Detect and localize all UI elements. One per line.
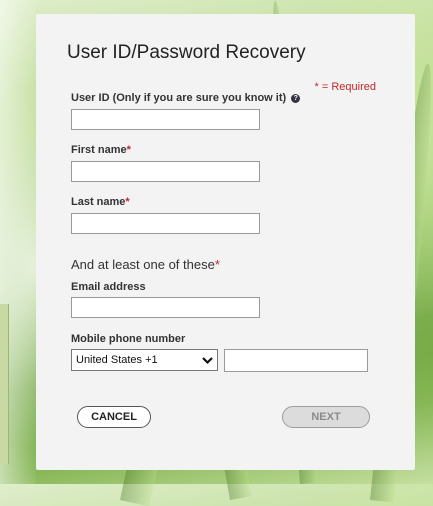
required-star: * <box>214 257 220 272</box>
at-least-one-heading-text: And at least one of these <box>71 257 215 272</box>
help-icon[interactable]: ? <box>291 94 301 103</box>
required-star: * <box>126 144 131 156</box>
required-star: * <box>125 196 130 208</box>
mobile-phone-label: Mobile phone number <box>71 333 186 345</box>
country-code-value: United States +1 <box>76 354 158 366</box>
first-name-label: First name* <box>71 144 131 156</box>
country-code-select[interactable]: United States +1 <box>71 349 218 371</box>
next-button[interactable]: NEXT <box>282 406 370 428</box>
user-id-label-text: User ID (Only if you are sure you know i… <box>71 92 287 104</box>
recovery-form-panel: User ID/Password Recovery * = Required U… <box>36 14 415 470</box>
user-id-label: User ID (Only if you are sure you know i… <box>71 92 301 104</box>
user-id-input[interactable] <box>71 109 260 130</box>
last-name-input[interactable] <box>71 213 260 234</box>
page-title: User ID/Password Recovery <box>67 42 306 63</box>
phone-number-input[interactable] <box>224 349 368 372</box>
chevron-down-icon <box>202 357 213 365</box>
background-window-edge <box>0 304 9 464</box>
last-name-label-text: Last name <box>71 196 126 208</box>
first-name-label-text: First name <box>71 144 127 156</box>
first-name-input[interactable] <box>71 161 260 182</box>
cancel-button[interactable]: CANCEL <box>77 406 151 428</box>
email-input[interactable] <box>71 297 260 318</box>
at-least-one-heading: And at least one of these* <box>71 257 220 272</box>
email-label: Email address <box>71 281 146 293</box>
last-name-label: Last name* <box>71 196 130 208</box>
required-note: * = Required <box>314 81 376 93</box>
